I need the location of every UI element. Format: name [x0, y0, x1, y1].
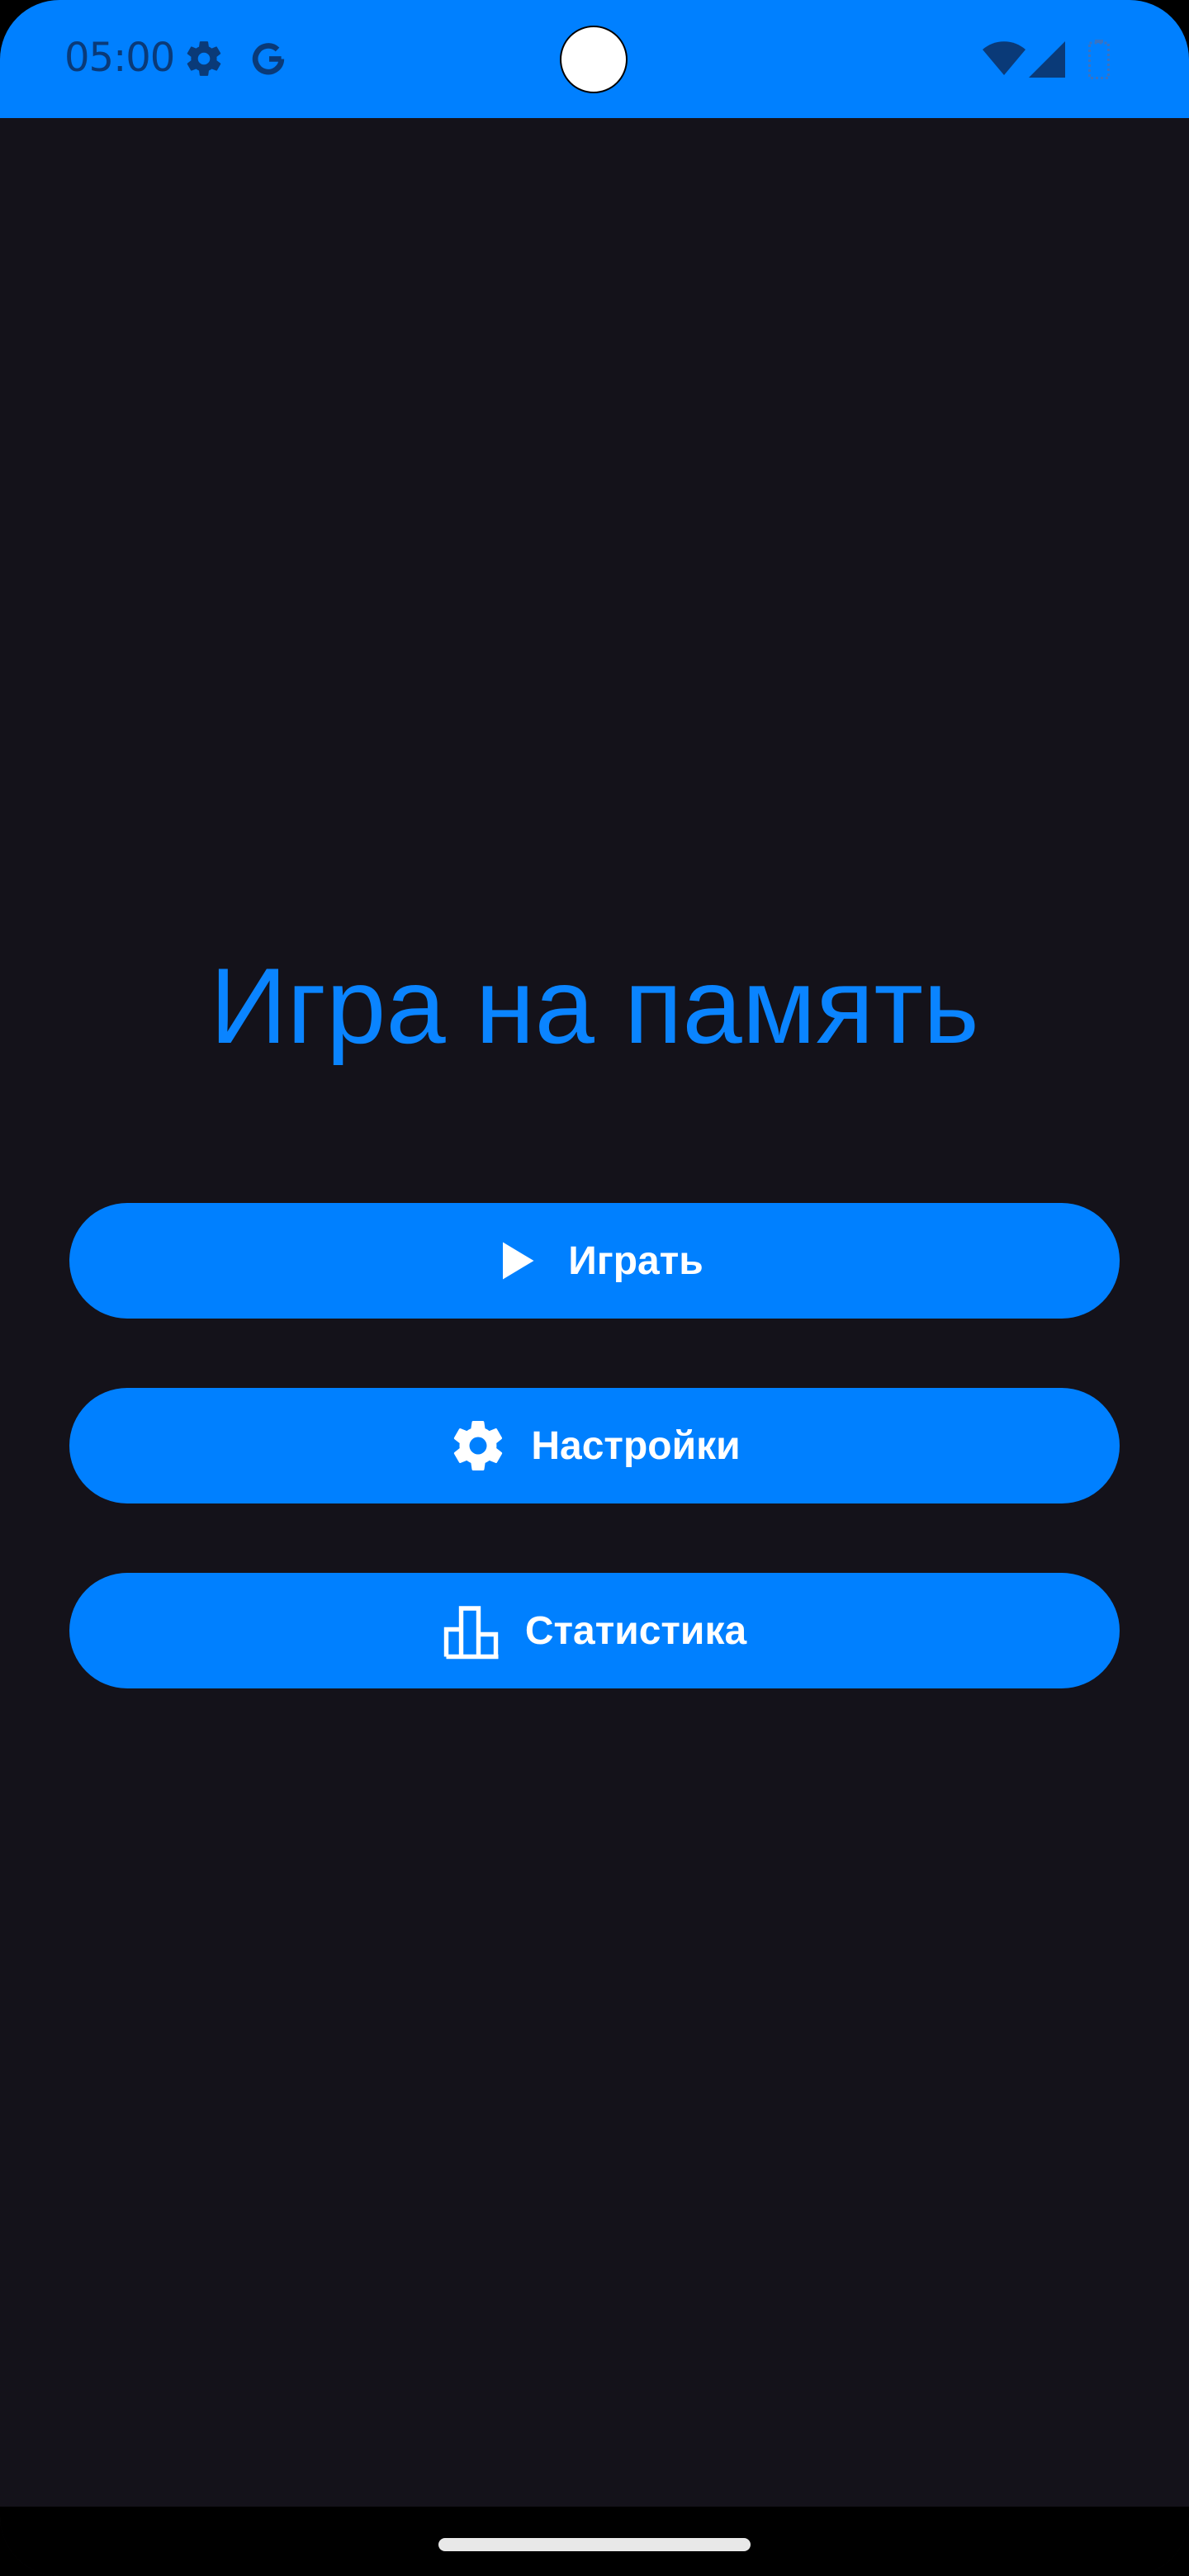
gear-icon	[183, 38, 225, 79]
bar-chart-icon	[443, 1601, 502, 1660]
status-time: 05:00	[64, 35, 175, 81]
play-button[interactable]: Играть	[69, 1203, 1120, 1319]
settings-gear-icon	[448, 1416, 508, 1475]
camera-cutout	[560, 26, 628, 93]
google-g-icon	[248, 38, 289, 79]
status-bar: 05:00	[0, 0, 1189, 118]
play-icon	[486, 1231, 545, 1290]
navigation-bar	[0, 2507, 1189, 2576]
main-content: Игра на память Играть Настройки Статисти…	[0, 118, 1189, 2507]
app-title: Игра на память	[210, 945, 979, 1066]
statistics-button[interactable]: Статистика	[69, 1573, 1120, 1688]
battery-icon	[1088, 40, 1110, 79]
play-button-label: Играть	[568, 1238, 703, 1283]
statistics-button-label: Статистика	[524, 1608, 747, 1653]
home-indicator[interactable]	[438, 2538, 751, 2551]
settings-button[interactable]: Настройки	[69, 1388, 1120, 1503]
app-screen: 05:00 Игра на память Играть Настройки Ст…	[0, 0, 1189, 2576]
cell-signal-icon	[1029, 41, 1070, 83]
settings-button-label: Настройки	[531, 1423, 741, 1468]
wifi-icon	[983, 40, 1026, 81]
